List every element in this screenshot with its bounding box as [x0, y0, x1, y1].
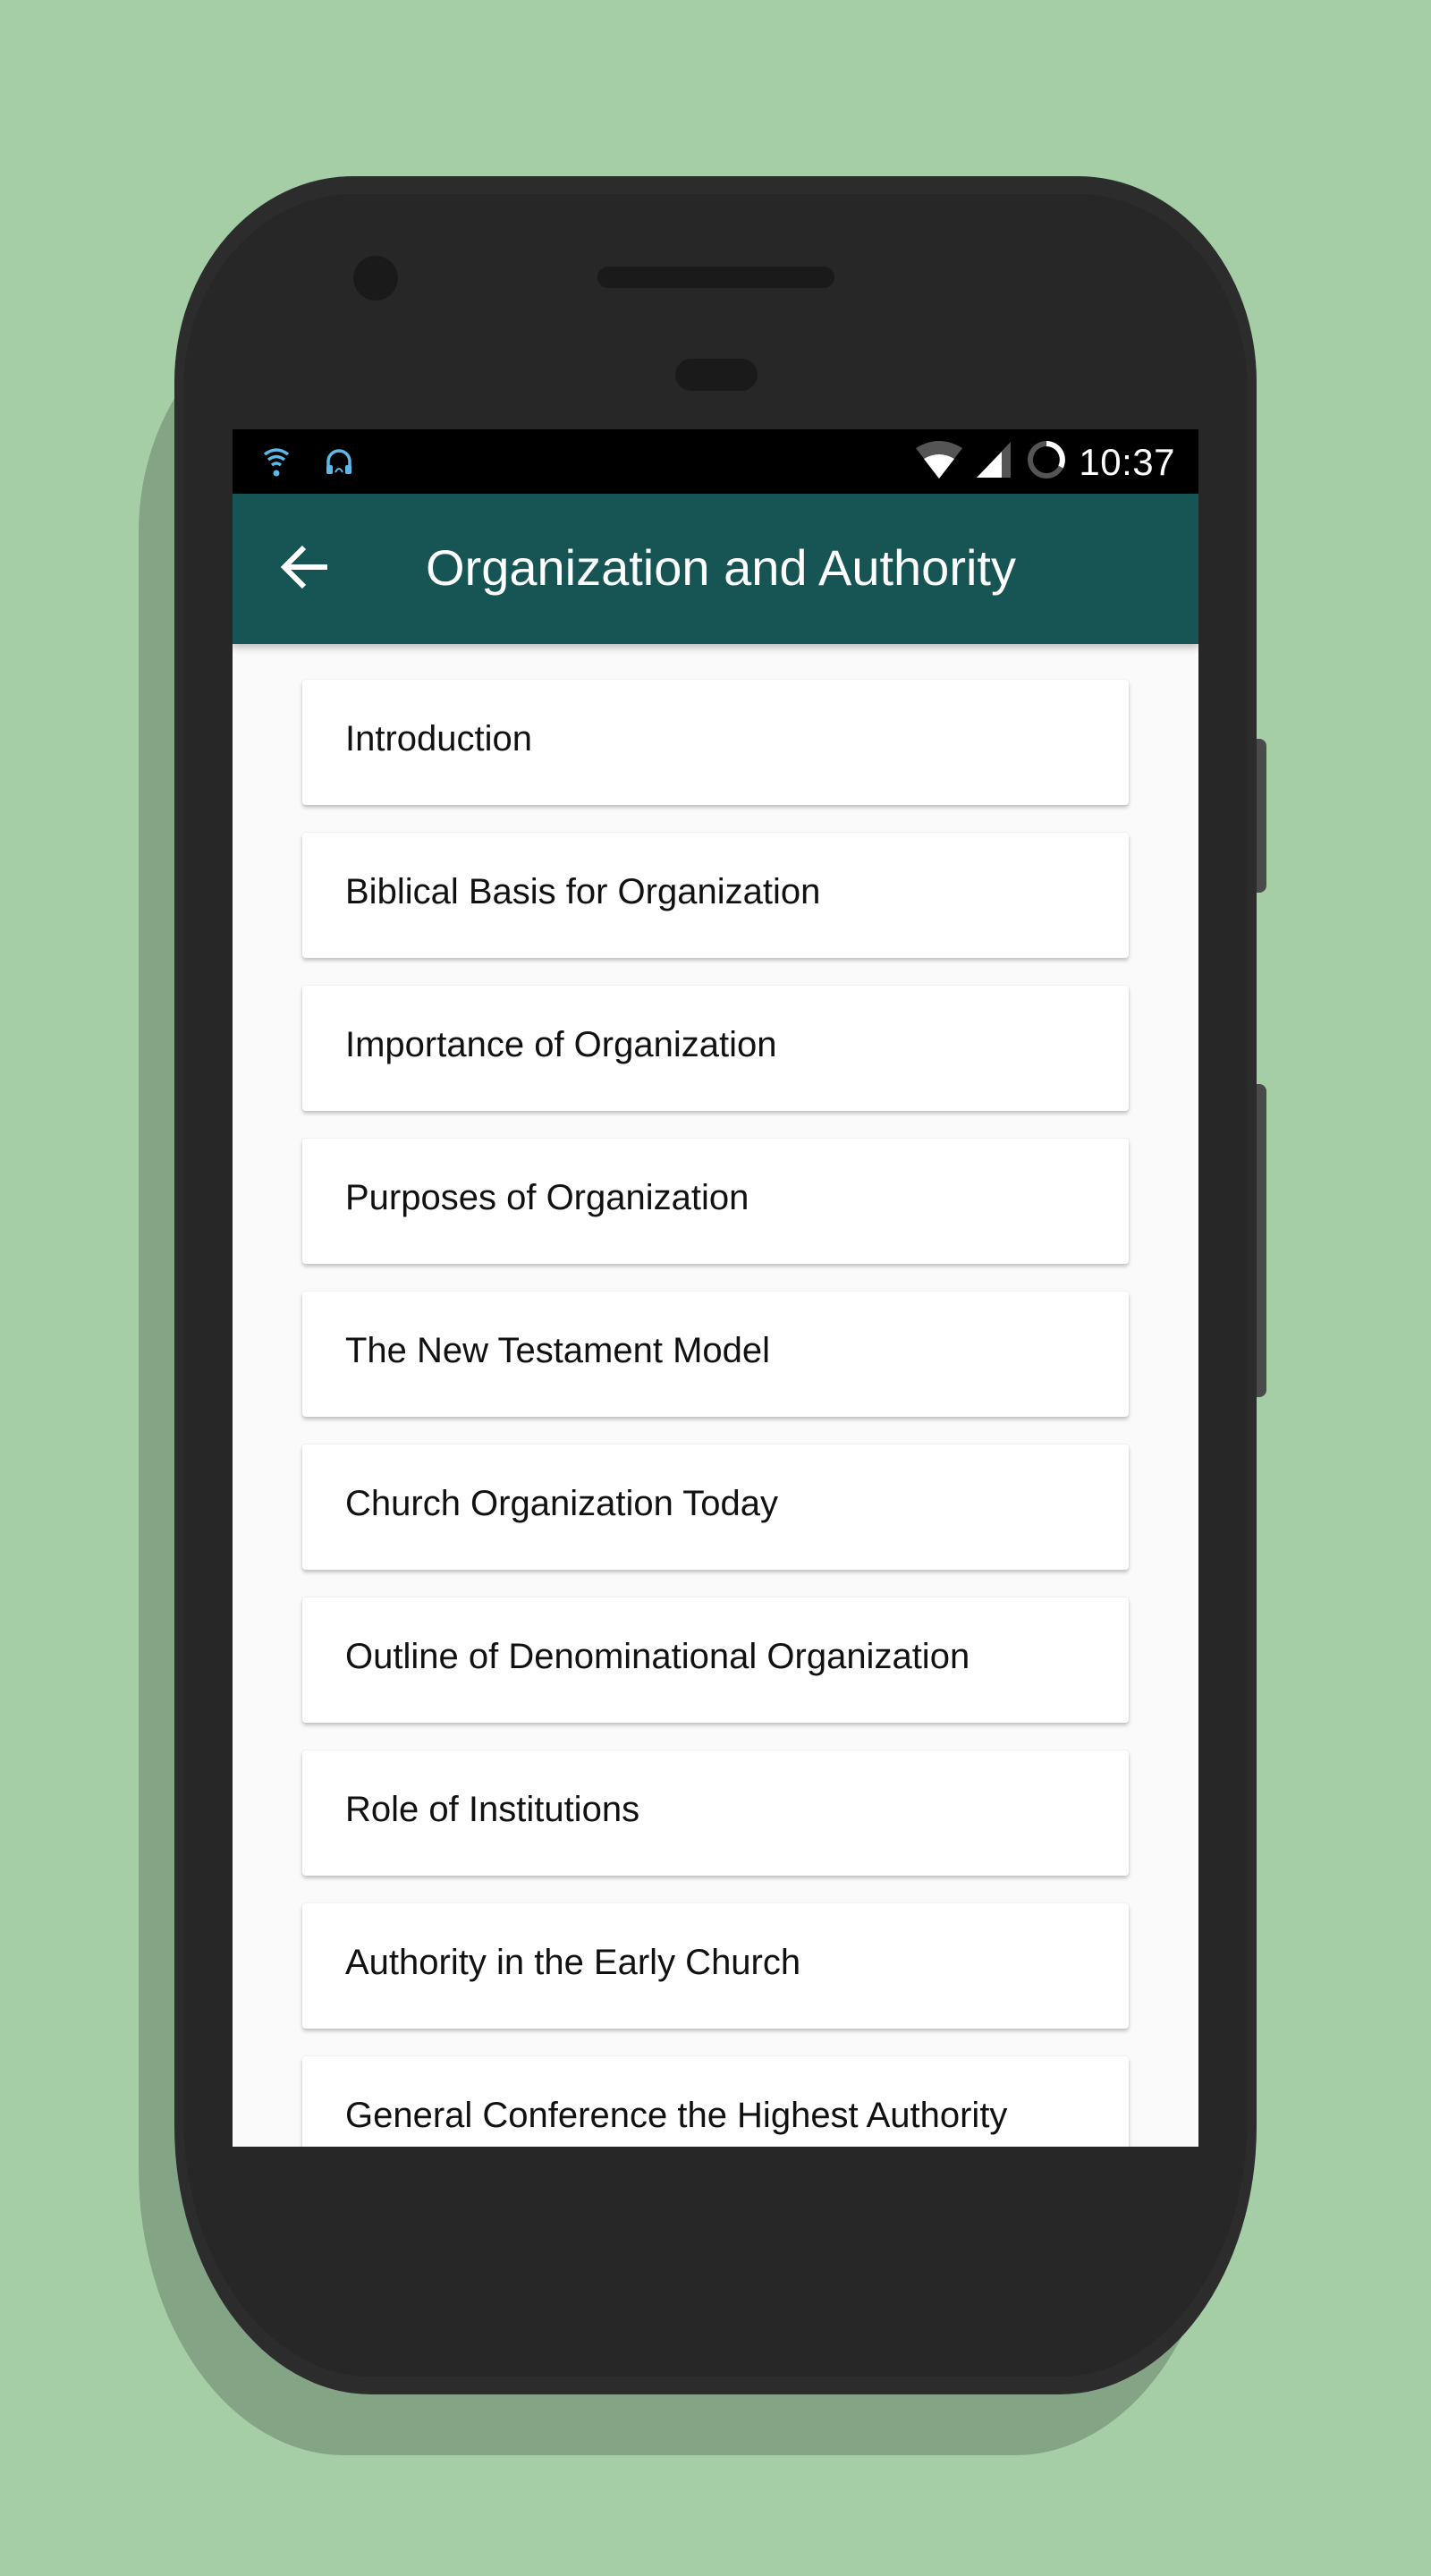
proximity-sensor	[675, 359, 758, 391]
topic-label: Role of Institutions	[345, 1790, 640, 1829]
topic-card-introduction[interactable]: Introduction	[302, 680, 1129, 805]
wifi-icon	[914, 439, 964, 485]
topic-label: Purposes of Organization	[345, 1178, 749, 1217]
topic-label: Outline of Denominational Organization	[345, 1637, 970, 1676]
topic-card-role-of-institutions[interactable]: Role of Institutions	[302, 1750, 1129, 1876]
topic-card-general-conference[interactable]: General Conference the Highest Authority	[302, 2056, 1129, 2147]
topic-label: The New Testament Model	[345, 1331, 771, 1370]
topic-card-church-organization-today[interactable]: Church Organization Today	[302, 1445, 1129, 1570]
power-button	[1256, 1084, 1266, 1397]
arrow-left-icon	[280, 544, 331, 595]
page-title: Organization and Authority	[426, 539, 1016, 596]
status-time: 10:37	[1079, 440, 1175, 483]
topic-label: Introduction	[345, 719, 533, 758]
headphones-icon	[324, 445, 354, 482]
back-button[interactable]	[277, 540, 334, 597]
topic-label: General Conference the Highest Authority	[345, 2096, 1008, 2135]
topic-card-denominational-outline[interactable]: Outline of Denominational Organization	[302, 1597, 1129, 1723]
topic-card-new-testament-model[interactable]: The New Testament Model	[302, 1292, 1129, 1417]
app-bar: Organization and Authority	[233, 494, 1198, 644]
topic-label: Authority in the Early Church	[345, 1943, 801, 1982]
topic-card-biblical-basis[interactable]: Biblical Basis for Organization	[302, 833, 1129, 958]
wifi-signal-icon	[263, 445, 290, 482]
topic-label: Biblical Basis for Organization	[345, 872, 821, 911]
topic-label: Importance of Organization	[345, 1025, 777, 1064]
earpiece-speaker	[597, 267, 834, 288]
topic-card-early-church-authority[interactable]: Authority in the Early Church	[302, 1903, 1129, 2029]
topic-label: Church Organization Today	[345, 1484, 778, 1523]
volume-button	[1256, 739, 1266, 893]
topic-card-importance[interactable]: Importance of Organization	[302, 986, 1129, 1111]
status-bar: 10:37	[233, 429, 1198, 494]
battery-ring-icon	[1025, 438, 1068, 486]
topic-card-purposes[interactable]: Purposes of Organization	[302, 1139, 1129, 1264]
screen: 10:37 Organization and Authority Introdu…	[233, 429, 1198, 2147]
cell-signal-icon	[975, 440, 1014, 484]
front-camera	[353, 256, 398, 301]
